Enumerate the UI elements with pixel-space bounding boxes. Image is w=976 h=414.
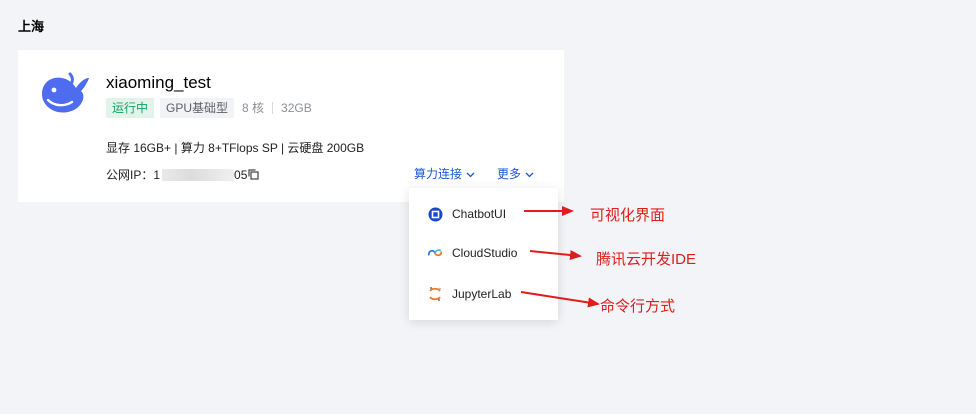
arrow-jupyter <box>520 291 600 308</box>
annotation-arrows <box>520 206 600 308</box>
annotation-cloudstudio: 腾讯云开发IDE <box>596 251 697 268</box>
arrow-cloudstudio <box>529 250 582 260</box>
annotation-jupyter: 命令行方式 <box>600 298 676 315</box>
annotation-chatbot: 可视化界面 <box>590 207 666 224</box>
